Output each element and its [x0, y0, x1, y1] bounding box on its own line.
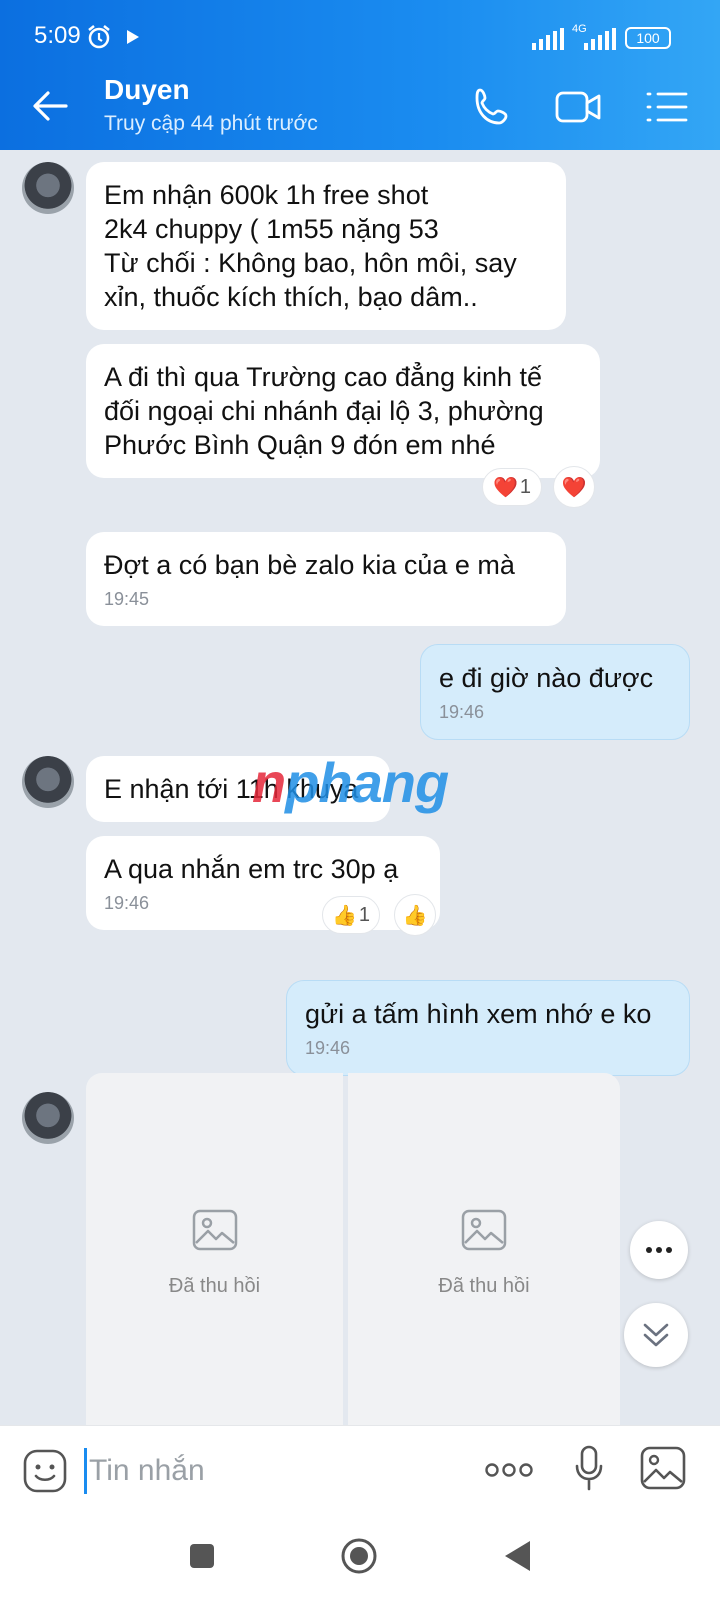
message-text: e đi giờ nào được — [439, 663, 654, 693]
signal-icon — [532, 28, 564, 55]
system-nav-bar — [0, 1515, 720, 1600]
gallery-image-icon[interactable] — [640, 1446, 686, 1495]
watermark-logo: nphang — [252, 750, 449, 815]
message-time: 19:45 — [104, 589, 150, 609]
reaction-heart-emoji: ❤️ — [492, 476, 518, 499]
phone-call-icon[interactable] — [470, 84, 516, 130]
watermark-part-1: n — [252, 751, 286, 814]
more-actions-icon[interactable] — [484, 1462, 534, 1483]
status-time: 5:09 — [34, 22, 81, 49]
message-time: 19:46 — [439, 702, 485, 722]
message-bubble[interactable]: A đi thì qua Trường cao đẳng kinh tế đối… — [86, 344, 600, 478]
back-icon[interactable] — [502, 1539, 532, 1578]
reaction-count-badge[interactable]: ❤️ 1 — [482, 468, 542, 506]
my-message-bubble[interactable]: gửi a tấm hình xem nhớ e ko 19:46 — [286, 980, 690, 1076]
contact-name[interactable]: Duyen — [104, 74, 190, 106]
sticker-emoji-icon[interactable] — [22, 1448, 68, 1499]
message-bubble[interactable]: Đợt a có bạn bè zalo kia của e mà 19:45 — [86, 532, 566, 626]
back-arrow-icon[interactable] — [30, 86, 70, 126]
image-icon — [461, 1209, 507, 1251]
alarm-icon — [86, 24, 112, 55]
message-time: 19:46 — [305, 1038, 351, 1058]
message-bubble[interactable]: Em nhận 600k 1h free shot 2k4 chuppy ( 1… — [86, 162, 566, 330]
double-chevron-down-icon — [643, 1323, 669, 1347]
thumbs-up-icon: 👍 — [402, 904, 428, 927]
recalled-image[interactable]: Đã thu hồi — [86, 1073, 343, 1425]
status-bar: 5:09 4G 100 — [0, 0, 720, 62]
message-text: Em nhận 600k 1h free shot 2k4 chuppy ( 1… — [104, 180, 517, 312]
recalled-image[interactable]: Đã thu hồi — [348, 1073, 620, 1425]
signal-icon-2 — [580, 28, 616, 55]
microphone-icon[interactable] — [574, 1444, 604, 1499]
reaction-count: 1 — [358, 903, 371, 926]
recalled-label: Đã thu hồi — [168, 1275, 261, 1297]
message-text: A qua nhắn em trc 30p ạ — [104, 854, 399, 884]
avatar[interactable] — [22, 162, 74, 214]
message-input-bar: Tin nhắn — [0, 1425, 720, 1515]
recent-apps-icon[interactable] — [188, 1542, 216, 1575]
message-bubble[interactable]: A qua nhắn em trc 30p ạ 19:46 — [86, 836, 440, 930]
message-text: Đợt a có bạn bè zalo kia của e mà — [104, 550, 515, 580]
react-thumbs-up-button[interactable]: 👍 — [394, 894, 436, 936]
menu-list-icon[interactable] — [644, 84, 690, 130]
reaction-count-badge[interactable]: 👍 1 — [322, 896, 380, 934]
play-store-icon — [126, 29, 140, 50]
message-text: gửi a tấm hình xem nhớ e ko — [305, 999, 652, 1029]
heart-icon: ❤️ — [561, 476, 587, 499]
reaction-count: 1 — [519, 475, 532, 498]
reaction-thumbs-up-emoji: 👍 — [331, 904, 357, 927]
message-input[interactable]: Tin nhắn — [84, 1448, 464, 1494]
chat-header: Duyen Truy cập 44 phút trước — [0, 62, 720, 150]
image-icon — [192, 1209, 238, 1251]
scroll-to-bottom-button[interactable] — [624, 1303, 688, 1367]
battery-indicator: 100 — [625, 27, 671, 49]
message-text: A đi thì qua Trường cao đẳng kinh tế đối… — [104, 362, 544, 460]
recalled-label: Đã thu hồi — [438, 1275, 530, 1297]
recalled-images: Đã thu hồi Đã thu hồi — [86, 1073, 620, 1425]
ellipsis-icon — [646, 1247, 672, 1253]
message-list[interactable]: Em nhận 600k 1h free shot 2k4 chuppy ( 1… — [0, 150, 720, 1425]
avatar[interactable] — [22, 1092, 74, 1144]
watermark-part-2: phang — [285, 751, 449, 814]
my-message-bubble[interactable]: e đi giờ nào được 19:46 — [420, 644, 690, 740]
video-call-icon[interactable] — [554, 84, 604, 130]
avatar[interactable] — [22, 756, 74, 808]
top-bar: 5:09 4G 100 Duyen Truy cập 44 phút trước — [0, 0, 720, 150]
react-heart-button[interactable]: ❤️ — [553, 466, 595, 508]
home-icon[interactable] — [340, 1537, 378, 1580]
more-options-button[interactable] — [630, 1221, 688, 1279]
last-seen-status: Truy cập 44 phút trước — [104, 112, 318, 135]
